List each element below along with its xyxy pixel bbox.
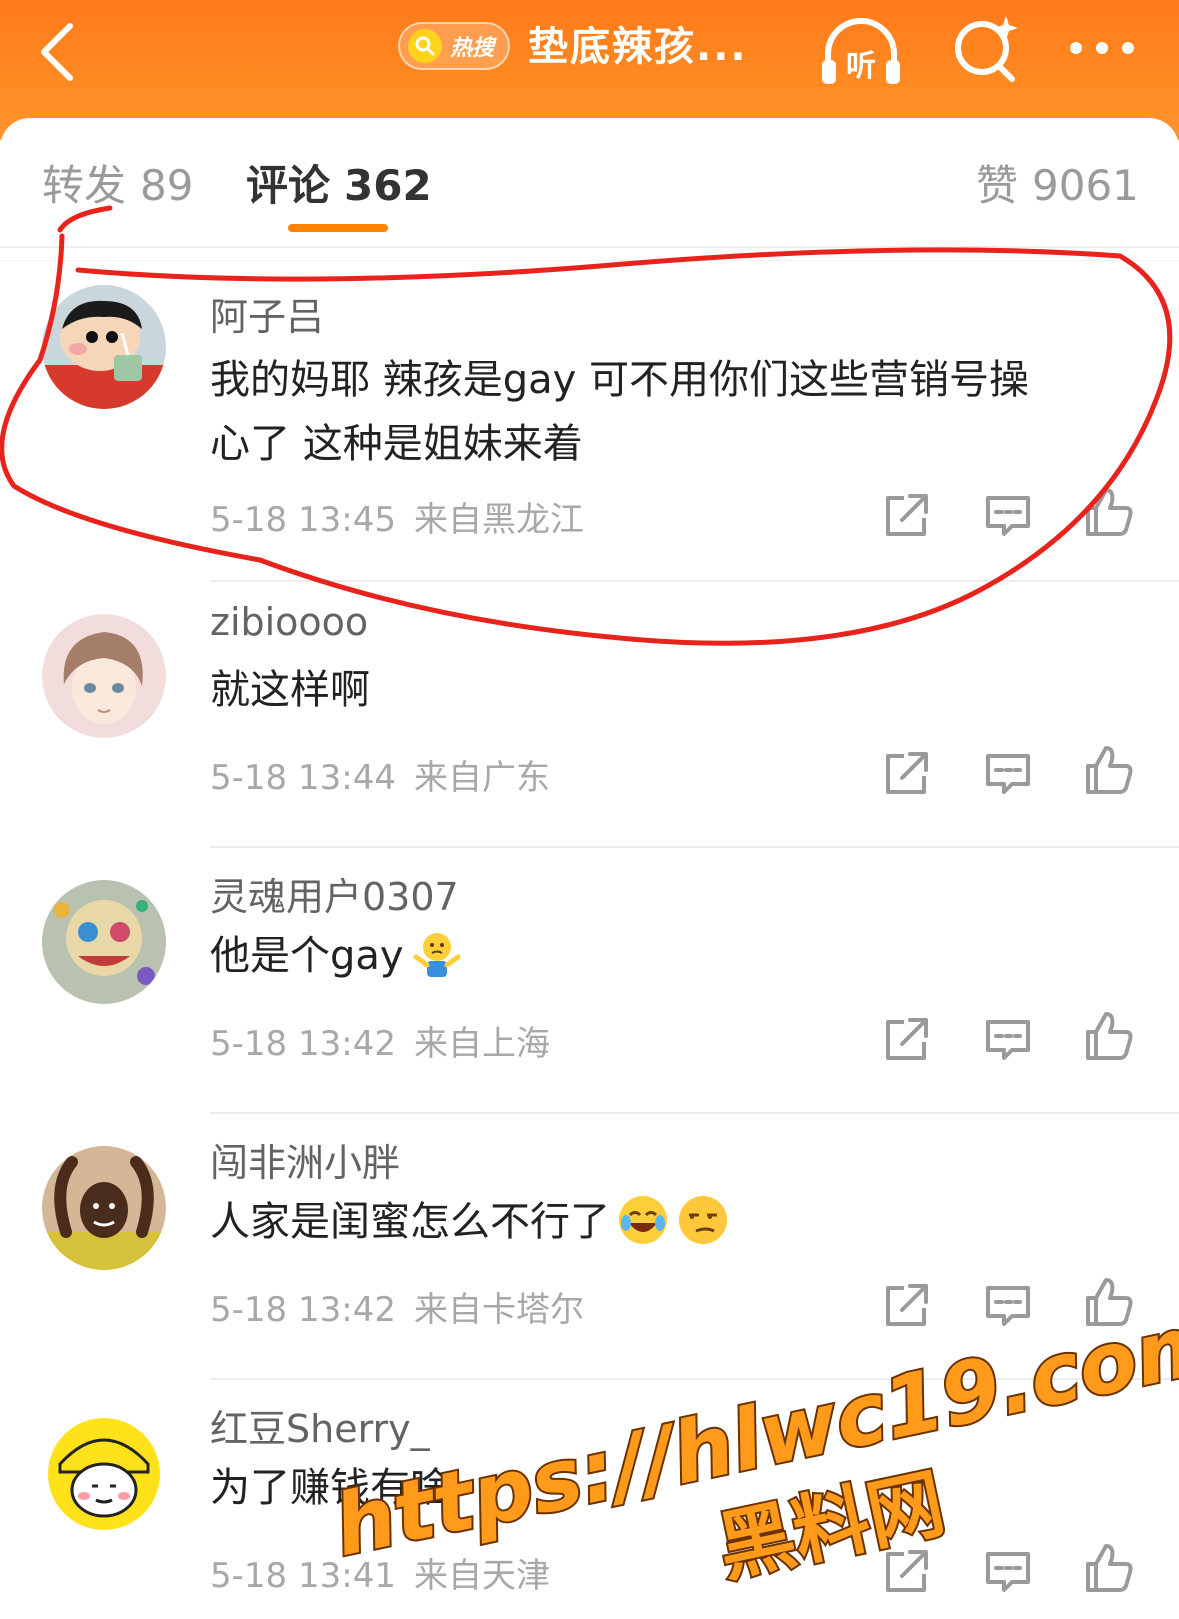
listen-label: 听 xyxy=(846,49,876,84)
comment-time: 5-18 13:45 xyxy=(210,500,396,540)
active-tab-indicator xyxy=(288,224,388,232)
hotsearch-badge[interactable]: 热搜 xyxy=(398,22,510,70)
avatar[interactable] xyxy=(42,614,166,738)
weibo-comment-page: 热搜 垫底辣孩... 听 转发 89 评论 362 赞 9061 阿子吕 我的妈… xyxy=(0,0,1179,1619)
comment-location: 来自上海 xyxy=(413,1024,550,1064)
comment-text: 就这样啊 xyxy=(210,667,370,713)
tab-repost-count: 89 xyxy=(140,161,194,210)
more-dots-icon[interactable] xyxy=(1064,28,1144,68)
hotsearch-label: 热搜 xyxy=(450,36,495,61)
share-icon[interactable] xyxy=(880,1546,932,1598)
comment-text-content: 他是个gay xyxy=(210,933,404,979)
thumbs-up-icon[interactable] xyxy=(1082,1276,1134,1328)
comment-text-line: 心了 这种是姐妹来着 xyxy=(210,421,583,467)
row-divider xyxy=(210,1378,1179,1380)
comment-meta: 5-18 13:41 来自天津 xyxy=(210,1548,550,1597)
comment-username[interactable]: 闯非洲小胖 xyxy=(210,1132,400,1187)
row-divider xyxy=(210,1112,1179,1114)
tab-comment-count: 362 xyxy=(344,161,432,210)
comment-time: 5-18 13:44 xyxy=(210,758,396,798)
tab-divider-secondary xyxy=(0,260,1179,261)
share-icon[interactable] xyxy=(880,748,932,800)
comment-meta: 5-18 13:45 来自黑龙江 xyxy=(210,492,584,541)
headphones-icon[interactable]: 听 xyxy=(818,12,904,92)
comment-text: 为了赚钱有啥 xyxy=(210,1465,450,1511)
row-divider xyxy=(210,580,1179,582)
smirk-emoji xyxy=(679,1196,727,1244)
comment-time: 5-18 13:42 xyxy=(210,1024,396,1064)
comment-text-line: 我的妈耶 辣孩是gay 可不用你们这些营销号操 xyxy=(210,357,1030,403)
laugh-cry-emoji xyxy=(619,1196,667,1244)
tab-repost-label: 转发 xyxy=(42,161,127,210)
comment-location: 来自广东 xyxy=(413,758,550,798)
comment-item: 灵魂用户0307 他是个gay 5-18 13:42 来自上海 xyxy=(0,866,1179,1106)
tab-like-count: 9061 xyxy=(1032,161,1139,210)
back-arrow-icon[interactable] xyxy=(30,16,90,86)
comment-location: 来自天津 xyxy=(413,1556,550,1596)
search-sparkle-icon[interactable] xyxy=(950,12,1024,86)
thumbs-up-icon[interactable] xyxy=(1082,486,1134,538)
comment-username[interactable]: 阿子吕 xyxy=(210,286,324,341)
comment-time: 5-18 13:42 xyxy=(210,1290,396,1330)
comment-text: 他是个gay xyxy=(210,924,1130,988)
avatar[interactable] xyxy=(42,1146,166,1270)
page-title: 垫底辣孩... xyxy=(528,24,748,70)
comment-username[interactable]: zibioooo xyxy=(210,600,368,644)
comment-text: 我的妈耶 辣孩是gay 可不用你们这些营销号操 心了 这种是姐妹来着 xyxy=(210,348,1130,476)
comment-text-content: 人家是闺蜜怎么不行了 xyxy=(210,1199,610,1245)
comment-time: 5-18 13:41 xyxy=(210,1556,396,1596)
avatar[interactable] xyxy=(42,880,166,1004)
tab-comment-label: 评论 xyxy=(246,161,331,210)
comment-username[interactable]: 灵魂用户0307 xyxy=(210,866,459,921)
tab-bar: 转发 89 评论 362 赞 9061 xyxy=(0,118,1179,246)
shrug-emoji xyxy=(413,933,461,977)
tab-like-label: 赞 xyxy=(976,161,1019,210)
comment-icon[interactable] xyxy=(982,1546,1034,1598)
comment-meta: 5-18 13:44 来自广东 xyxy=(210,750,550,799)
thumbs-up-icon[interactable] xyxy=(1082,1010,1134,1062)
comment-meta: 5-18 13:42 来自上海 xyxy=(210,1016,550,1065)
row-divider xyxy=(210,846,1179,848)
avatar[interactable] xyxy=(42,285,166,409)
comment-icon[interactable] xyxy=(982,490,1034,542)
tab-divider xyxy=(0,246,1179,248)
comment-item: zibioooo 就这样啊 5-18 13:44 来自广东 xyxy=(0,600,1179,840)
comment-location: 来自卡塔尔 xyxy=(413,1290,584,1330)
share-icon[interactable] xyxy=(880,490,932,542)
comment-icon[interactable] xyxy=(982,1280,1034,1332)
comment-location: 来自黑龙江 xyxy=(413,500,584,540)
comment-meta: 5-18 13:42 来自卡塔尔 xyxy=(210,1282,584,1331)
thumbs-up-icon[interactable] xyxy=(1082,744,1134,796)
comment-item: 红豆Sherry_ 为了赚钱有啥 5-18 13:41 来自天津 xyxy=(0,1398,1179,1619)
avatar[interactable] xyxy=(42,1412,166,1536)
search-icon xyxy=(408,29,442,63)
comment-item: 闯非洲小胖 人家是闺蜜怎么不行了 5-18 13:42 来自卡塔尔 xyxy=(0,1132,1179,1372)
comment-icon[interactable] xyxy=(982,1014,1034,1066)
thumbs-up-icon[interactable] xyxy=(1082,1542,1134,1594)
comment-text: 人家是闺蜜怎么不行了 xyxy=(210,1190,1130,1254)
comment-item: 阿子吕 我的妈耶 辣孩是gay 可不用你们这些营销号操 心了 这种是姐妹来着 5… xyxy=(0,280,1179,580)
tab-comment[interactable]: 评论 362 xyxy=(246,156,432,216)
share-icon[interactable] xyxy=(880,1280,932,1332)
tab-repost[interactable]: 转发 89 xyxy=(42,156,193,216)
tab-like[interactable]: 赞 9061 xyxy=(976,156,1139,216)
share-icon[interactable] xyxy=(880,1014,932,1066)
comment-username[interactable]: 红豆Sherry_ xyxy=(210,1398,430,1453)
comment-icon[interactable] xyxy=(982,748,1034,800)
